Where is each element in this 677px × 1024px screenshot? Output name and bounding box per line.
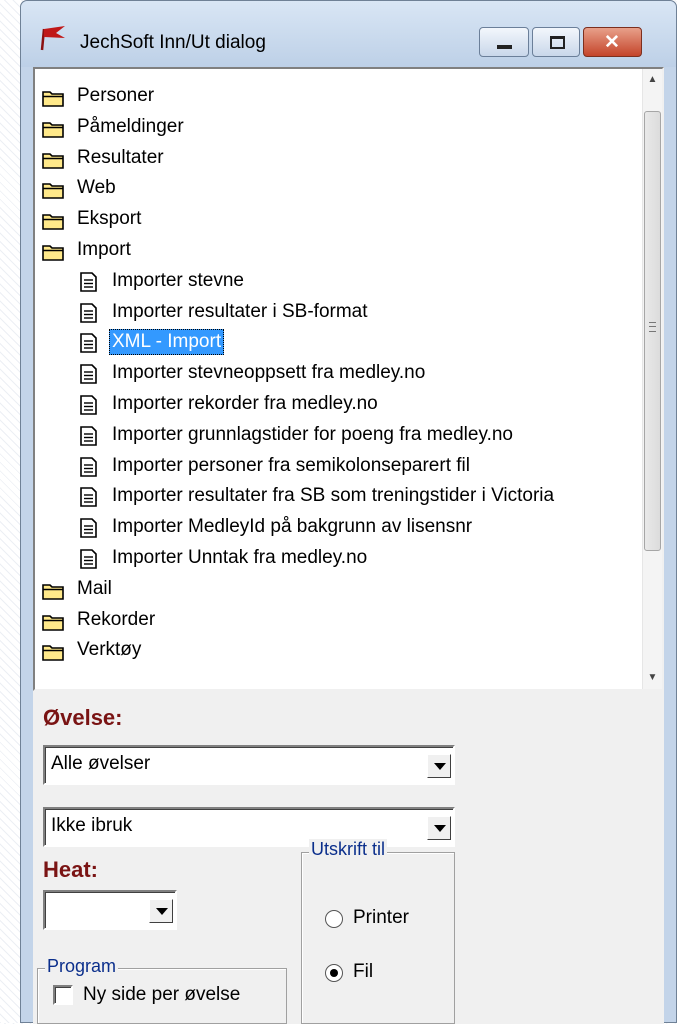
folder-icon	[42, 87, 64, 107]
utskrift-group-title: Utskrift til	[309, 839, 387, 860]
heat-select[interactable]	[43, 890, 177, 930]
dialog-window: JechSoft Inn/Ut dialog ✕ Personer Påmeldi…	[20, 0, 677, 1024]
window-title: JechSoft Inn/Ut dialog	[80, 32, 266, 53]
tree-item-label: Rekorder	[77, 608, 156, 630]
folder-icon	[42, 580, 64, 600]
tree-item-label: Importer rekorder fra medley.no	[112, 393, 378, 414]
heat-label: Heat:	[43, 857, 99, 882]
maximize-button[interactable]	[532, 27, 580, 57]
close-button[interactable]: ✕	[583, 27, 642, 57]
tree-item-label: Resultater	[77, 146, 164, 168]
document-icon	[77, 364, 99, 384]
tree-item-label: Importer Unntak fra medley.no	[112, 547, 368, 568]
tree-item-label: Påmeldinger	[77, 115, 184, 137]
utskrift-group	[301, 852, 455, 1024]
chevron-down-icon[interactable]	[149, 899, 173, 923]
dialog-client-area: Personer Påmeldinger Resultater Web Eksport I…	[33, 67, 664, 1024]
document-icon	[77, 549, 99, 569]
folder-icon	[42, 149, 64, 169]
folder-icon	[42, 241, 64, 261]
maximize-icon	[550, 36, 565, 49]
scroll-thumb[interactable]	[644, 111, 661, 551]
document-icon	[77, 487, 99, 508]
tree-item-label: Importer stevneoppsett fra medley.no	[112, 362, 426, 384]
minimize-icon	[497, 45, 512, 49]
tree-item-label: Importer personer fra semikolonseparert …	[112, 454, 470, 476]
printer-radio-label: Printer	[353, 907, 409, 928]
tree-item-label: Web	[77, 177, 116, 199]
document-icon	[77, 395, 99, 415]
tree-items: Personer Påmeldinger Resultater Web Eksport I…	[35, 69, 645, 689]
folder-icon	[42, 210, 64, 230]
folder-icon	[42, 611, 64, 631]
program-group-title: Program	[45, 956, 119, 977]
chevron-down-icon[interactable]	[427, 754, 451, 778]
tree-item-label: XML - Import	[109, 329, 225, 356]
printer-radio[interactable]	[325, 910, 343, 928]
document-icon	[77, 302, 99, 323]
ovelse-select-value: Alle øvelser	[51, 753, 151, 774]
pennant-icon	[39, 25, 67, 51]
tree-item-label: Import	[77, 239, 131, 260]
tree-scrollbar[interactable]: ▲ ▼	[642, 69, 662, 689]
tree-item-label: Verktøy	[77, 639, 142, 661]
folder-icon	[42, 641, 64, 662]
tree-item-label: Importer grunnlagstider for poeng fra me…	[112, 423, 513, 445]
close-icon: ✕	[604, 32, 620, 53]
document-icon	[77, 456, 99, 477]
fil-radio[interactable]	[325, 964, 343, 982]
tree-item-label: Importer resultater i SB-format	[112, 300, 368, 322]
tree-item-label: Eksport	[77, 208, 142, 230]
document-icon	[77, 425, 99, 446]
ovelse-select[interactable]: Alle øvelser	[43, 745, 455, 785]
new-page-per-event-checkbox[interactable]	[53, 985, 73, 1005]
title-bar[interactable]: JechSoft Inn/Ut dialog ✕	[21, 1, 676, 67]
tree-item-label: Importer resultater fra SB som treningst…	[112, 485, 555, 507]
tree-item-label: Personer	[77, 85, 155, 106]
status-select-value: Ikke ibruk	[51, 815, 133, 836]
tree-item-label: Importer stevne	[112, 269, 244, 291]
document-icon	[77, 271, 99, 292]
chevron-down-icon[interactable]	[427, 816, 451, 840]
folder-icon	[42, 179, 64, 200]
folder-icon	[42, 118, 64, 138]
minimize-button[interactable]	[479, 27, 529, 57]
status-select[interactable]: Ikke ibruk	[43, 807, 455, 847]
scroll-up-arrow-icon[interactable]: ▲	[643, 69, 662, 91]
menu-tree[interactable]: Personer Påmeldinger Resultater Web Eksport I…	[33, 67, 664, 691]
fil-radio-label: Fil	[353, 961, 374, 982]
new-page-per-event-label: Ny side per øvelse	[83, 984, 241, 1005]
tree-item-label: Importer MedleyId på bakgrunn av lisensn…	[112, 516, 473, 538]
scroll-down-arrow-icon[interactable]: ▼	[643, 667, 662, 689]
ovelse-label: Øvelse:	[43, 705, 123, 730]
document-icon	[77, 518, 99, 538]
document-icon	[77, 333, 99, 354]
tree-item-label: Mail	[77, 577, 112, 599]
